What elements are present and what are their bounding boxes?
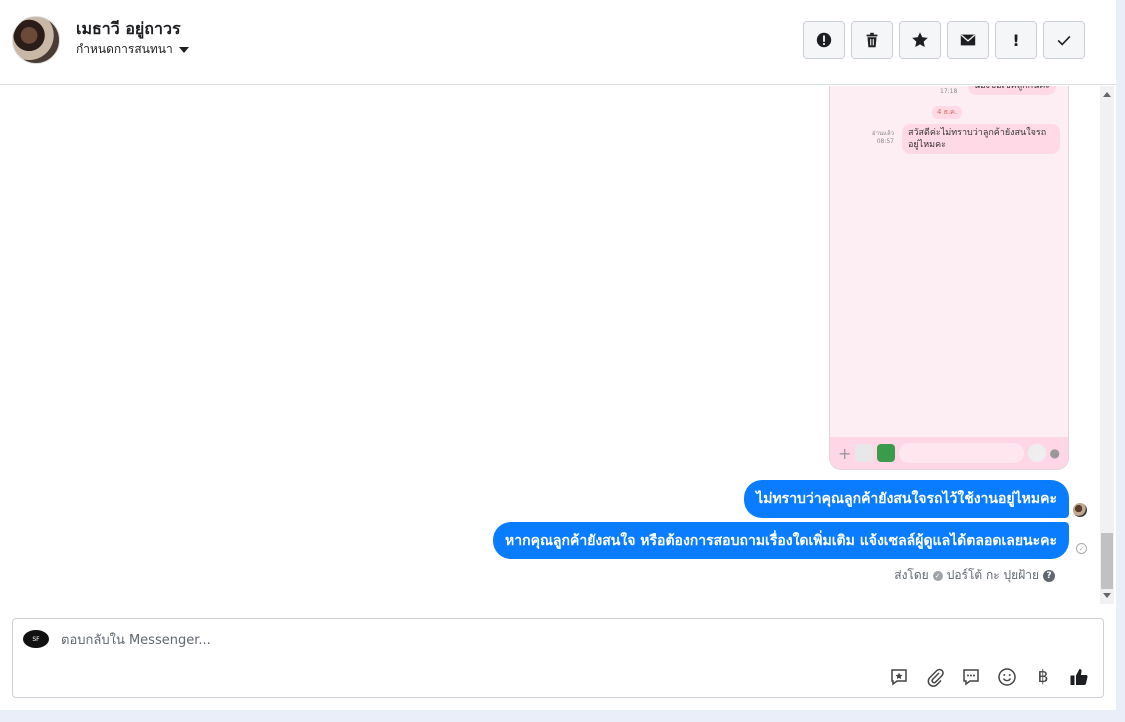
sent-by-info: ส่งโดย ✓ ปอร์โต้ กะ ปุยฝ้าย ? xyxy=(894,566,1055,585)
scroll-thumb[interactable] xyxy=(1101,533,1113,589)
message-bubble[interactable]: หากคุณลูกค้ายังสนใจ หรือต้องการสอบถามเรื… xyxy=(493,522,1069,559)
like-button[interactable] xyxy=(1067,665,1091,689)
screenshot-bubble-top: น้องขอเช็คลูกกันคะ xyxy=(968,86,1057,95)
message-bubble[interactable]: ไม่ทราบว่าคุณลูกค้ายังสนใจรถไว้ใช้งานอยู… xyxy=(744,480,1069,518)
star-button[interactable] xyxy=(899,21,941,59)
chat-screenshot-image[interactable]: 17:18 น้องขอเช็คลูกกันคะ 4 ธ.ค. อ่านแล้ว… xyxy=(829,86,1069,470)
mark-unread-button[interactable] xyxy=(947,21,989,59)
thread-scrollbar[interactable] xyxy=(1100,86,1114,604)
follow-up-button[interactable]: ! xyxy=(995,21,1037,59)
composer-tools: ฿ xyxy=(887,665,1091,689)
payment-button[interactable]: ฿ xyxy=(1031,665,1055,689)
screenshot-time-main: 08:57 xyxy=(876,138,894,145)
saved-reply-icon xyxy=(891,669,907,686)
attach-file-button[interactable] xyxy=(923,665,947,689)
agent-status-icon: ✓ xyxy=(932,570,943,581)
contact-name[interactable]: เมธาวี อยู่ถาวร xyxy=(76,17,181,42)
scroll-down-icon[interactable] xyxy=(1103,593,1111,598)
exclamation-icon: ! xyxy=(1012,30,1020,50)
plus-icon: + xyxy=(838,443,852,463)
saved-reply-button[interactable] xyxy=(887,665,911,689)
header-toolbar: ! xyxy=(803,21,1085,59)
scroll-up-icon[interactable] xyxy=(1103,92,1111,97)
star-icon xyxy=(912,32,928,48)
screenshot-read-label: อ่านแล้ว xyxy=(872,130,894,137)
screenshot-read-time: อ่านแล้ว 08:57 xyxy=(872,130,894,146)
contact-avatar[interactable] xyxy=(12,16,60,64)
smiley-icon xyxy=(998,668,1016,686)
emoji-sticker-icon xyxy=(1027,444,1046,462)
page-avatar: SF xyxy=(23,630,49,648)
caret-down-icon xyxy=(178,46,189,53)
screenshot-text-field xyxy=(899,443,1024,463)
check-icon xyxy=(1057,35,1071,46)
assign-label: กำหนดการสนทนา xyxy=(76,42,173,56)
reply-input[interactable] xyxy=(61,629,861,651)
sticker-icon xyxy=(855,444,874,462)
screenshot-input-bar: + ● xyxy=(830,437,1068,469)
help-icon[interactable]: ? xyxy=(1043,569,1055,582)
envelope-icon xyxy=(960,34,976,46)
screenshot-time-top: 17:18 xyxy=(940,88,958,95)
trash-icon xyxy=(866,32,878,48)
reply-composer: SF ฿ xyxy=(12,618,1104,698)
paperclip-icon xyxy=(927,668,944,687)
conversation-panel: เมธาวี อยู่ถาวร กำหนดการสนทนา ! 17:18 น้… xyxy=(0,0,1116,710)
alert-circle-icon xyxy=(816,32,832,48)
seen-avatar xyxy=(1073,503,1087,517)
thumbs-up-icon xyxy=(1070,669,1088,686)
image-icon xyxy=(877,444,896,462)
delete-button[interactable] xyxy=(851,21,893,59)
conversation-header: เมธาวี อยู่ถาวร กำหนดการสนทนา ! xyxy=(0,0,1116,85)
emoji-button[interactable] xyxy=(995,665,1019,689)
assign-conversation-dropdown[interactable]: กำหนดการสนทนา xyxy=(76,40,189,59)
sent-by-prefix: ส่งโดย xyxy=(894,568,929,582)
screenshot-bubble-main: สวัสดีค่ะไม่ทราบว่าลูกค้ายังสนใจรถอยู่ไห… xyxy=(902,124,1060,154)
sent-check-icon: ✓ xyxy=(1076,543,1087,554)
mark-done-button[interactable] xyxy=(1043,21,1085,59)
sent-by-name[interactable]: ปอร์โต้ กะ ปุยฝ้าย xyxy=(947,566,1039,585)
microphone-icon: ● xyxy=(1049,446,1060,460)
baht-icon: ฿ xyxy=(1037,667,1049,687)
chat-bubble-icon xyxy=(963,669,979,686)
mark-spam-button[interactable] xyxy=(803,21,845,59)
screenshot-date-chip: 4 ธ.ค. xyxy=(932,106,963,119)
chat-bubble-button[interactable] xyxy=(959,665,983,689)
message-thread[interactable]: 17:18 น้องขอเช็คลูกกันคะ 4 ธ.ค. อ่านแล้ว… xyxy=(0,86,1100,604)
